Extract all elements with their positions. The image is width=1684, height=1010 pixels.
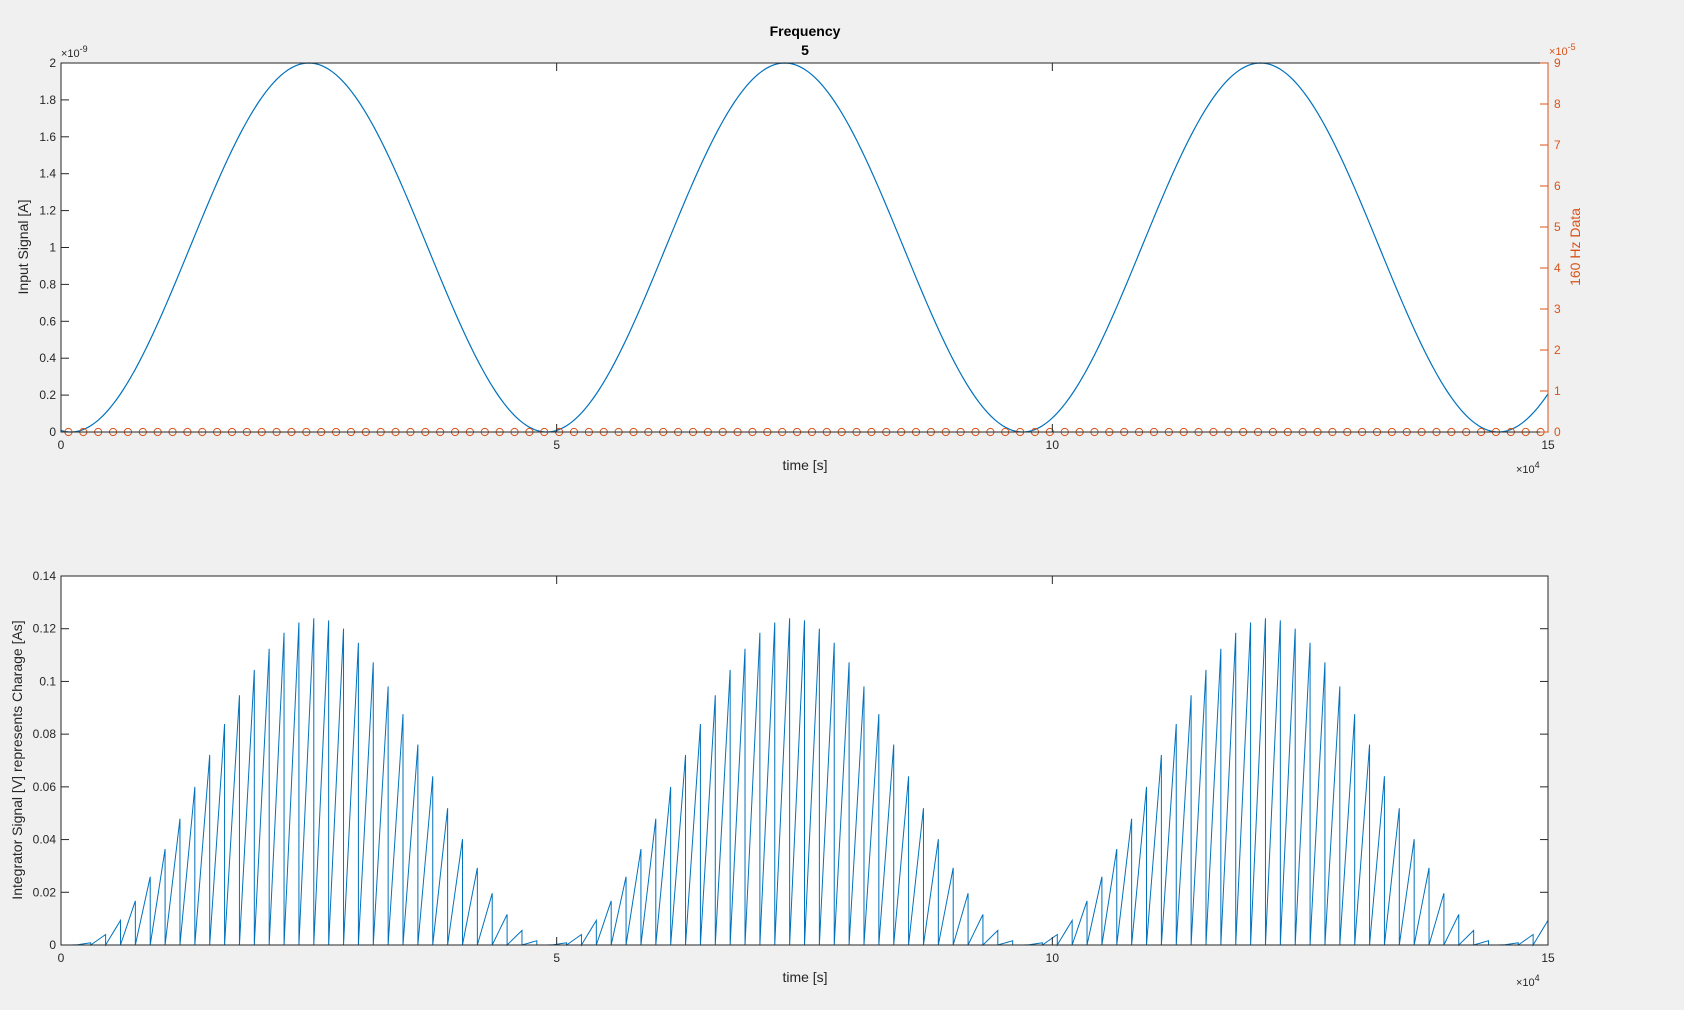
- bottom-y-axis-label: Integrator Signal [V] represents Charage…: [9, 620, 25, 899]
- bottom-y-tick-label: 0.12: [33, 622, 57, 636]
- top-axes: 0 5 10 1500.20.40.60.811.21.41.61.82 012345…: [15, 23, 1583, 476]
- top-y-tick-label: 2: [49, 56, 56, 70]
- top-plot-area: [61, 63, 1548, 432]
- bottom-x-exponent: ×104: [1516, 973, 1540, 989]
- svg-text:×104: ×104: [1516, 973, 1540, 989]
- figure: 0 5 10 1500.20.40.60.811.21.41.61.82 012345…: [9, 23, 1583, 989]
- top-x-tick-label: 0: [58, 438, 65, 452]
- top-x-tick-label: 15: [1541, 438, 1555, 452]
- top-x-tick-label: 5: [553, 438, 560, 452]
- chart-subtitle: 5: [801, 42, 809, 58]
- bottom-y-tick-label: 0.14: [33, 569, 57, 583]
- bottom-axes: 0 5 10 15 0 0.02 0.04 0.06 0.08 0.1 0.12 0.14 time …: [9, 569, 1555, 989]
- top-y-tick-label: 0.2: [39, 388, 56, 402]
- top-y-tick-label: 1.6: [39, 130, 56, 144]
- top-y-axis-label: Input Signal [A]: [15, 200, 31, 295]
- top-x-exponent-power: 4: [1535, 460, 1540, 470]
- bottom-y-tick-label: 0.04: [33, 833, 57, 847]
- top-y-tick-label: 1.2: [39, 204, 56, 218]
- bottom-y-tick-label: 0.06: [33, 780, 57, 794]
- top-x-tick-label: 10: [1046, 438, 1060, 452]
- top-y-tick-label: 1.4: [39, 167, 56, 181]
- svg-text:×10-9: ×10-9: [61, 44, 88, 60]
- bottom-y-tick-label: 0.02: [33, 885, 57, 899]
- chart-title: Frequency: [770, 23, 841, 39]
- top-y-right-exponent: ×10-5: [1549, 42, 1576, 58]
- top-right-y-tick-label: 0: [1554, 425, 1561, 439]
- top-y-tick-label: 0: [49, 425, 56, 439]
- top-y-right-exponent-power: -5: [1568, 42, 1576, 52]
- top-y-tick-label: 0.6: [39, 314, 56, 328]
- top-right-y-tick-label: 9: [1554, 56, 1561, 70]
- top-right-y-tick-label: 3: [1554, 302, 1561, 316]
- bottom-series-group: [60, 618, 1549, 947]
- bottom-y-tick-label: 0.08: [33, 727, 57, 741]
- top-y-exponent-power: -9: [80, 44, 88, 54]
- top-right-y-axis-label: 160 Hz Data: [1567, 208, 1583, 286]
- top-y-tick-label: 1: [49, 241, 56, 255]
- bottom-x-tick-label: 10: [1046, 951, 1060, 965]
- bottom-x-exponent-power: 4: [1535, 973, 1540, 983]
- svg-text:×104: ×104: [1516, 460, 1540, 476]
- series-integrator-sawtooth: [60, 618, 1549, 947]
- top-right-y-tick-label: 1: [1554, 384, 1561, 398]
- top-y-tick-label: 1.8: [39, 93, 56, 107]
- svg-text:×10-5: ×10-5: [1549, 42, 1576, 58]
- top-y-right-exponent-base: ×10: [1549, 46, 1568, 58]
- bottom-y-tick-label: 0.1: [39, 674, 56, 688]
- top-x-exponent-base: ×10: [1516, 464, 1535, 476]
- bottom-x-tick-label: 15: [1541, 951, 1555, 965]
- top-right-y-tick-label: 4: [1554, 261, 1561, 275]
- top-right-y-tick-label: 8: [1554, 97, 1561, 111]
- top-y-exponent: ×10-9: [61, 44, 88, 60]
- top-x-exponent: ×104: [1516, 460, 1540, 476]
- top-y-exponent-base: ×10: [61, 48, 80, 60]
- bottom-x-tick-label: 5: [553, 951, 560, 965]
- top-right-y-tick-label: 5: [1554, 220, 1561, 234]
- top-right-y-tick-label: 2: [1554, 343, 1561, 357]
- top-right-y-tick-label: 7: [1554, 138, 1561, 152]
- top-y-tick-label: 0.8: [39, 277, 56, 291]
- bottom-x-tick-label: 0: [58, 951, 65, 965]
- top-y-tick-label: 0.4: [39, 351, 56, 365]
- bottom-y-tick-label: 0: [49, 938, 56, 952]
- top-right-y-tick-label: 6: [1554, 179, 1561, 193]
- bottom-x-axis-label: time [s]: [782, 969, 827, 985]
- top-x-axis-label: time [s]: [782, 457, 827, 473]
- bottom-x-exponent-base: ×10: [1516, 977, 1535, 989]
